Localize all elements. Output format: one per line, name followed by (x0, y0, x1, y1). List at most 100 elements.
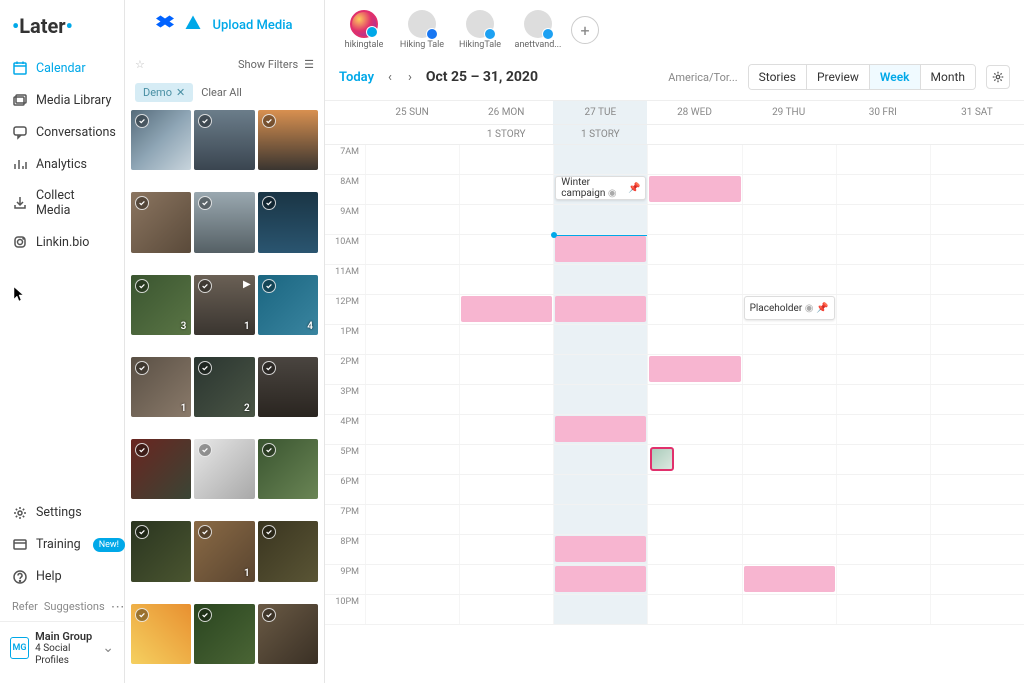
nav-linkinbio[interactable]: Linkin.bio (0, 226, 124, 258)
hour-cell[interactable] (647, 205, 741, 234)
hour-cell[interactable] (459, 355, 553, 384)
hour-cell[interactable] (836, 175, 930, 204)
hour-cell[interactable] (553, 595, 647, 624)
story-cell[interactable] (930, 125, 1024, 144)
scheduled-post[interactable] (461, 296, 552, 322)
hour-cell[interactable] (836, 295, 930, 324)
media-thumb[interactable] (258, 192, 318, 252)
view-week[interactable]: Week (869, 65, 920, 89)
hour-cell[interactable] (647, 295, 741, 324)
event-card[interactable]: Winter campaign ◉📌 (555, 176, 646, 200)
hour-cell[interactable] (836, 445, 930, 474)
hour-cell[interactable] (553, 325, 647, 354)
scheduled-post[interactable] (649, 356, 740, 382)
hour-cell[interactable] (459, 385, 553, 414)
hour-cell[interactable] (647, 355, 741, 384)
today-button[interactable]: Today (339, 70, 374, 85)
hour-cell[interactable] (742, 145, 836, 174)
media-thumb[interactable]: 1▶ (194, 275, 254, 335)
media-thumb[interactable] (258, 521, 318, 581)
hour-cell[interactable] (459, 295, 553, 324)
hour-cell[interactable] (459, 445, 553, 474)
hour-cell[interactable] (647, 595, 741, 624)
media-thumb[interactable] (194, 110, 254, 170)
hour-cell[interactable] (742, 535, 836, 564)
story-cell[interactable]: 1 STORY (553, 125, 647, 144)
hour-cell[interactable] (647, 535, 741, 564)
hour-cell[interactable] (553, 205, 647, 234)
nav-collect-media[interactable]: Collect Media (0, 180, 124, 226)
hour-cell[interactable] (365, 445, 459, 474)
hour-cell[interactable] (365, 355, 459, 384)
hour-cell[interactable] (742, 205, 836, 234)
hour-cell[interactable] (365, 475, 459, 504)
hour-cell[interactable] (553, 265, 647, 294)
hour-cell[interactable] (553, 565, 647, 594)
media-thumb[interactable] (258, 357, 318, 417)
hour-cell[interactable] (742, 355, 836, 384)
hour-cell[interactable] (836, 265, 930, 294)
view-stories[interactable]: Stories (749, 65, 806, 89)
calendar-settings[interactable] (986, 65, 1010, 89)
hour-cell[interactable] (836, 415, 930, 444)
hour-cell[interactable] (742, 565, 836, 594)
scheduled-post[interactable] (555, 416, 646, 442)
hour-cell[interactable] (742, 505, 836, 534)
nav-calendar[interactable]: Calendar (0, 52, 124, 84)
hour-cell[interactable] (930, 325, 1024, 354)
hour-cell[interactable] (836, 565, 930, 594)
hour-cell[interactable] (930, 475, 1024, 504)
media-thumb[interactable] (194, 192, 254, 252)
hour-cell[interactable] (930, 265, 1024, 294)
hour-cell[interactable] (742, 595, 836, 624)
timezone[interactable]: America/Tor... (668, 71, 737, 84)
hour-cell[interactable] (836, 475, 930, 504)
story-cell[interactable] (836, 125, 930, 144)
hour-cell[interactable] (553, 145, 647, 174)
hour-cell[interactable] (365, 535, 459, 564)
next-week[interactable]: › (404, 68, 416, 87)
media-thumb[interactable] (258, 439, 318, 499)
media-thumb[interactable] (131, 192, 191, 252)
profile-pin[interactable]: anettvand... (513, 10, 563, 50)
hour-cell[interactable] (836, 595, 930, 624)
media-thumb[interactable] (258, 110, 318, 170)
profile-fb[interactable]: Hiking Tale (397, 10, 447, 50)
hour-cell[interactable] (553, 505, 647, 534)
hour-cell[interactable] (365, 295, 459, 324)
hour-cell[interactable] (647, 175, 741, 204)
hour-cell[interactable] (365, 595, 459, 624)
hour-cell[interactable] (647, 475, 741, 504)
hour-cell[interactable] (459, 505, 553, 534)
hour-cell[interactable] (365, 235, 459, 264)
hour-cell[interactable] (836, 505, 930, 534)
hour-cell[interactable] (742, 235, 836, 264)
hour-cell[interactable] (553, 235, 647, 264)
story-cell[interactable] (647, 125, 741, 144)
gdrive-icon[interactable] (184, 14, 202, 36)
scheduled-post[interactable] (744, 566, 835, 592)
hour-cell[interactable] (553, 385, 647, 414)
hour-cell[interactable] (647, 385, 741, 414)
upload-media-link[interactable]: Upload Media (212, 18, 292, 33)
prev-week[interactable]: ‹ (384, 68, 396, 87)
hour-cell[interactable] (930, 295, 1024, 324)
hour-cell[interactable] (836, 235, 930, 264)
hour-cell[interactable] (365, 175, 459, 204)
media-thumb[interactable] (131, 521, 191, 581)
story-cell[interactable]: 1 STORY (459, 125, 553, 144)
hour-cell[interactable] (742, 415, 836, 444)
story-cell[interactable] (365, 125, 459, 144)
hour-cell[interactable] (930, 595, 1024, 624)
scheduled-post[interactable] (555, 536, 646, 562)
scheduled-post[interactable] (555, 236, 646, 262)
media-thumb[interactable]: 3 (131, 275, 191, 335)
nav-help[interactable]: Help (0, 561, 124, 593)
media-thumb[interactable]: 1 (194, 521, 254, 581)
story-cell[interactable] (742, 125, 836, 144)
hour-cell[interactable] (836, 205, 930, 234)
hour-cell[interactable] (836, 355, 930, 384)
hour-cell[interactable] (742, 325, 836, 354)
hour-cell[interactable] (647, 565, 741, 594)
scheduled-post[interactable] (555, 566, 646, 592)
